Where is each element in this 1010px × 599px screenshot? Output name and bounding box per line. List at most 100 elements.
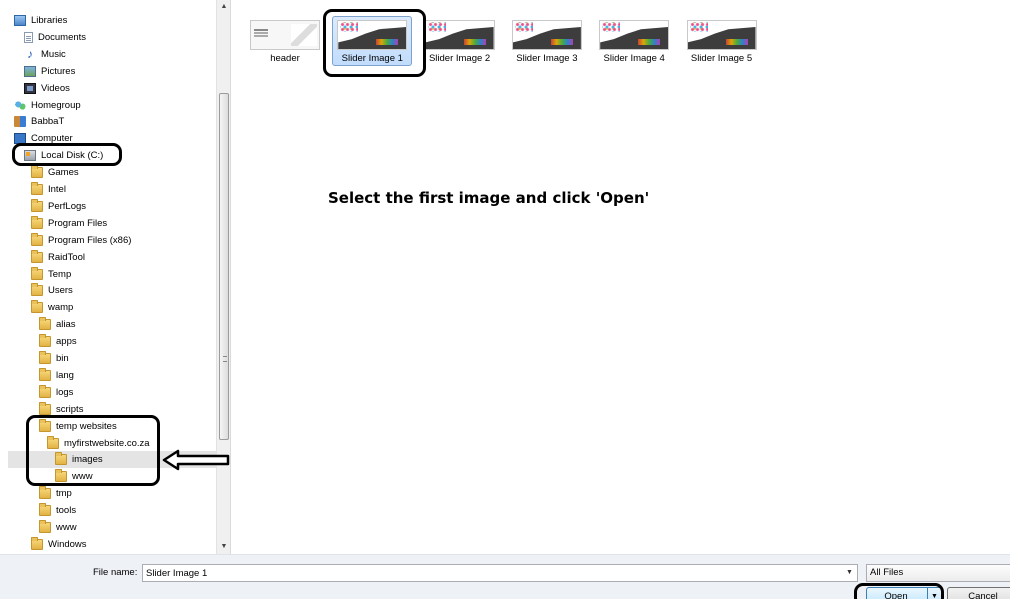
images-folder-highlight-annotation [26, 415, 160, 486]
grip-icon [223, 356, 227, 362]
tree-item[interactable]: RaidTool [31, 249, 85, 266]
folder-icon [31, 198, 43, 212]
tree-item-label: www [56, 522, 77, 533]
tree-item[interactable]: Temp [31, 266, 71, 283]
folder-icon [31, 232, 43, 246]
folder-icon [39, 334, 51, 348]
image-thumbnail [599, 20, 670, 50]
local-disk-highlight-annotation [12, 143, 122, 166]
tree-item-label: Games [48, 167, 79, 179]
tree-item[interactable]: Program Files [31, 215, 107, 232]
file-type-select[interactable]: All Files [866, 564, 1010, 582]
tree-item[interactable]: PerfLogs [31, 198, 86, 215]
scroll-up-arrow-icon[interactable]: ▲ [217, 0, 230, 14]
instruction-text: Select the first image and click 'Open' [328, 189, 650, 207]
tree-item-label: PerfLogs [48, 200, 87, 212]
tree-item[interactable]: Pictures [24, 63, 75, 80]
tree-item[interactable]: Windows [31, 536, 87, 553]
pictures-icon [24, 65, 36, 77]
color-strip-graphic [638, 39, 661, 45]
image-thumbnail [686, 20, 757, 50]
cancel-button-label: Cancel [968, 591, 998, 599]
tree-item[interactable]: tmp [39, 485, 72, 502]
tree-item[interactable]: logs [39, 384, 73, 401]
tree-item-label: Users [48, 285, 73, 297]
tree-item[interactable]: Videos [24, 80, 70, 97]
folder-icon [31, 182, 43, 195]
homegroup-icon [14, 99, 26, 111]
folder-icon [39, 367, 51, 381]
tree-item[interactable]: tools [39, 502, 76, 519]
tree-item-label: BabbaT [31, 116, 65, 128]
scrollbar-thumb[interactable] [219, 93, 229, 440]
tree-item[interactable]: Program Files (x86) [31, 232, 131, 249]
tree-item[interactable]: lang [39, 367, 74, 384]
tree-item[interactable]: Homegroup [14, 97, 81, 114]
folder-icon [31, 283, 43, 297]
tree-item[interactable]: Libraries [14, 12, 67, 29]
folder-icon [31, 536, 43, 550]
tree-item-label: wamp [48, 302, 74, 314]
tree-item-label: logs [56, 386, 74, 398]
tree-item-label: tmp [56, 488, 72, 500]
tree-item[interactable]: www [39, 519, 77, 536]
folder-icon [31, 215, 43, 229]
tree-item[interactable]: apps [39, 333, 77, 350]
tree-item-label: Windows [48, 538, 87, 550]
file-item[interactable]: Slider Image 2 [417, 14, 503, 68]
folder-icon [39, 351, 51, 364]
tree-item[interactable]: Users [31, 282, 73, 299]
scroll-down-arrow-icon[interactable]: ▼ [217, 540, 230, 554]
library-icon [14, 15, 26, 26]
folder-icon [31, 300, 43, 314]
videos-icon [24, 82, 36, 94]
confetti-graphic [602, 22, 621, 32]
file-item[interactable]: Slider Image 5 [679, 14, 765, 68]
folder-icon [31, 249, 43, 263]
open-button-highlight-annotation [854, 583, 944, 599]
image-thumbnail [424, 20, 495, 50]
folder-icon [31, 165, 43, 179]
folder-icon [39, 520, 51, 533]
file-name-label: File name: [93, 567, 138, 578]
slider-image-highlight-annotation [323, 9, 426, 77]
file-item-label: Slider Image 4 [603, 53, 665, 64]
tree-item-label: Pictures [41, 65, 76, 77]
tree-item[interactable]: BabbaT [14, 113, 64, 130]
color-strip-graphic [725, 39, 748, 45]
file-list-pane: header Slider Image 1 Slider Image 2 Slider… [231, 0, 1010, 554]
file-item-label: header [270, 53, 300, 64]
confetti-graphic [514, 22, 533, 32]
image-thumbnail [511, 20, 582, 50]
tree-item-label: Documents [38, 31, 87, 43]
tree-item-label: Temp [48, 268, 72, 280]
confetti-graphic [427, 22, 446, 32]
tree-item[interactable]: wamp [31, 299, 73, 316]
color-strip-graphic [550, 39, 573, 45]
left-arrow-annotation-icon [162, 449, 230, 471]
folder-icon [39, 384, 51, 398]
file-item-label: Slider Image 5 [690, 53, 753, 64]
tree-item[interactable]: Games [31, 164, 79, 181]
documents-icon [24, 31, 33, 43]
folder-icon [31, 266, 43, 280]
file-item[interactable]: header [242, 14, 328, 68]
tree-item-label: Videos [41, 82, 70, 94]
tree-item[interactable]: Intel [31, 181, 66, 198]
file-type-value: All Files [870, 567, 904, 578]
file-name-dropdown-arrow-icon[interactable]: ▼ [842, 565, 857, 581]
user-icon [14, 116, 26, 128]
cancel-button[interactable]: Cancel [947, 587, 1010, 599]
tree-item[interactable]: ♪ Music [24, 46, 66, 63]
tree-item-label: bin [56, 353, 69, 364]
file-item[interactable]: Slider Image 3 [504, 14, 590, 68]
tree-item[interactable]: bin [39, 350, 69, 367]
file-item-label: Slider Image 3 [516, 53, 578, 64]
tree-item[interactable]: alias [39, 316, 76, 333]
file-item[interactable]: Slider Image 4 [591, 14, 677, 68]
tree-item[interactable]: Documents [24, 29, 86, 46]
tree-item-label: Program Files (x86) [48, 234, 132, 246]
file-name-input[interactable] [142, 564, 858, 582]
tree-item-label: Homegroup [31, 99, 81, 111]
tree-item-label: lang [56, 369, 74, 381]
